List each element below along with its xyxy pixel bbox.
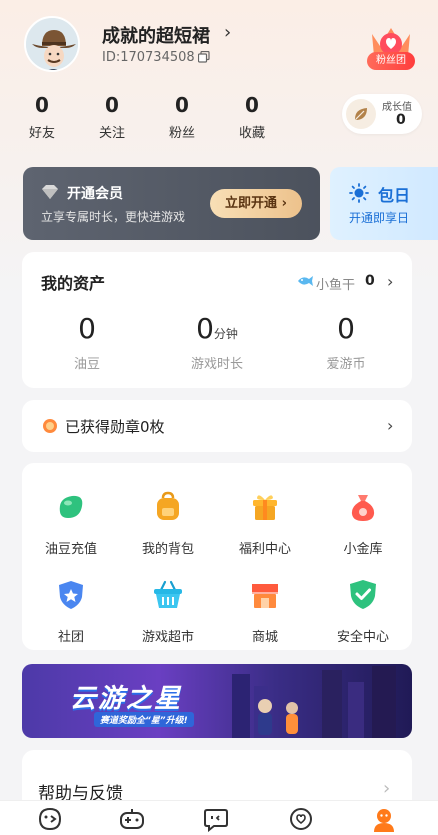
promo-banner[interactable]: 云游之星 赛道奖励全“星”升级!	[22, 664, 412, 738]
grid-item-vault[interactable]: 小金库	[318, 490, 408, 557]
asset-value-line: 0分钟	[177, 312, 257, 345]
shield-star-icon	[59, 581, 83, 609]
asset-oil-beans[interactable]: 0 油豆	[47, 312, 127, 372]
asset-unit: 分钟	[213, 327, 238, 341]
assets-title: 我的资产	[41, 274, 106, 293]
vip-title: 开通会员	[67, 186, 123, 202]
leaf-icon	[346, 99, 376, 129]
dried-fish-label[interactable]: 小鱼干	[316, 274, 355, 293]
gift-icon	[253, 495, 277, 520]
tab-profile-icon[interactable]	[370, 806, 398, 832]
assets-chevron-right-icon[interactable]: ›	[387, 272, 393, 291]
shop-icon	[252, 584, 278, 608]
tab-messages-icon[interactable]	[202, 806, 230, 832]
pack-subtitle: 开通即享日	[349, 211, 410, 225]
growth-label: 成长值	[382, 102, 412, 113]
stat-value: 0	[175, 93, 189, 117]
asset-value: 0	[196, 312, 214, 345]
sun-icon	[349, 183, 369, 203]
stat-label: 关注	[98, 126, 125, 141]
diamond-icon	[42, 185, 58, 199]
asset-label: 油豆	[73, 357, 100, 372]
growth-value: 0	[396, 112, 406, 128]
grid-label: 我的背包	[141, 542, 194, 557]
stat-label: 粉丝	[168, 126, 195, 141]
asset-value: 0	[337, 312, 355, 345]
growth-value-pill[interactable]: 成长值 0	[342, 94, 422, 134]
security-shield-icon	[350, 580, 376, 609]
banner-pagination	[192, 730, 226, 738]
grid-item-club[interactable]: 社团	[26, 578, 116, 645]
backpack-icon	[157, 491, 179, 520]
grid-label: 福利中心	[238, 542, 291, 557]
asset-label: 爱游币	[326, 357, 366, 372]
medal-icon	[43, 419, 57, 433]
grid-item-welfare[interactable]: 福利中心	[220, 490, 310, 557]
asset-label: 游戏时长	[190, 357, 243, 372]
banner-title: 云游之星	[70, 684, 183, 714]
grid-label: 安全中心	[336, 630, 389, 645]
asset-value: 0	[78, 312, 96, 345]
stat-fans[interactable]: 0 粉丝	[154, 94, 210, 141]
grid-item-security[interactable]: 安全中心	[318, 578, 408, 645]
grid-label: 油豆充值	[44, 542, 97, 557]
asset-ai-coin[interactable]: 0 爱游币	[306, 312, 386, 372]
dried-fish-value[interactable]: 0	[365, 273, 375, 289]
stat-value: 0	[35, 93, 49, 117]
grid-label: 游戏超市	[141, 630, 194, 645]
grid-item-game-market[interactable]: 游戏超市	[123, 578, 213, 645]
grid-item-mall[interactable]: 商城	[220, 578, 310, 645]
vip-subtitle: 立享专属时长，更快进游戏	[41, 210, 186, 224]
tab-games-icon[interactable]	[118, 806, 146, 832]
open-vip-button[interactable]: 立即开通 ›	[210, 189, 302, 218]
pack-title: 包日	[378, 186, 411, 205]
stat-value: 0	[245, 93, 259, 117]
fish-icon	[298, 276, 313, 286]
stat-value: 0	[105, 93, 119, 117]
grid-item-recharge[interactable]: 油豆充值	[26, 490, 116, 557]
tab-home-icon[interactable]	[36, 806, 64, 832]
grid-label: 商城	[251, 630, 278, 645]
fan-club-label[interactable]: 粉丝团	[367, 52, 415, 70]
moneybag-icon	[351, 495, 375, 521]
stat-favorites[interactable]: 0 收藏	[224, 94, 280, 141]
stat-following[interactable]: 0 关注	[84, 94, 140, 141]
tab-favorites-icon[interactable]	[287, 806, 315, 832]
stat-label: 收藏	[238, 126, 265, 141]
grid-label: 社团	[57, 630, 84, 645]
banner-subtitle: 赛道奖励全“星”升级!	[94, 712, 194, 727]
user-id: ID:170734508	[102, 50, 195, 65]
avatar[interactable]	[24, 16, 80, 72]
profile-chevron-right-icon[interactable]: ›	[224, 22, 231, 43]
asset-game-time[interactable]: 0分钟 游戏时长	[177, 312, 257, 372]
stat-friends[interactable]: 0 好友	[14, 94, 70, 141]
medal-chevron-right-icon[interactable]: ›	[387, 416, 393, 435]
grid-label: 小金库	[343, 542, 383, 557]
grid-item-backpack[interactable]: 我的背包	[123, 490, 213, 557]
medal-text: 已获得勋章0枚	[65, 418, 165, 436]
stat-label: 好友	[28, 126, 55, 141]
copy-icon[interactable]	[198, 51, 210, 63]
bean-icon	[59, 495, 83, 518]
basket-icon	[154, 580, 182, 608]
help-chevron-right-icon[interactable]: ›	[383, 778, 390, 799]
username[interactable]: 成就的超短裙	[102, 22, 210, 48]
